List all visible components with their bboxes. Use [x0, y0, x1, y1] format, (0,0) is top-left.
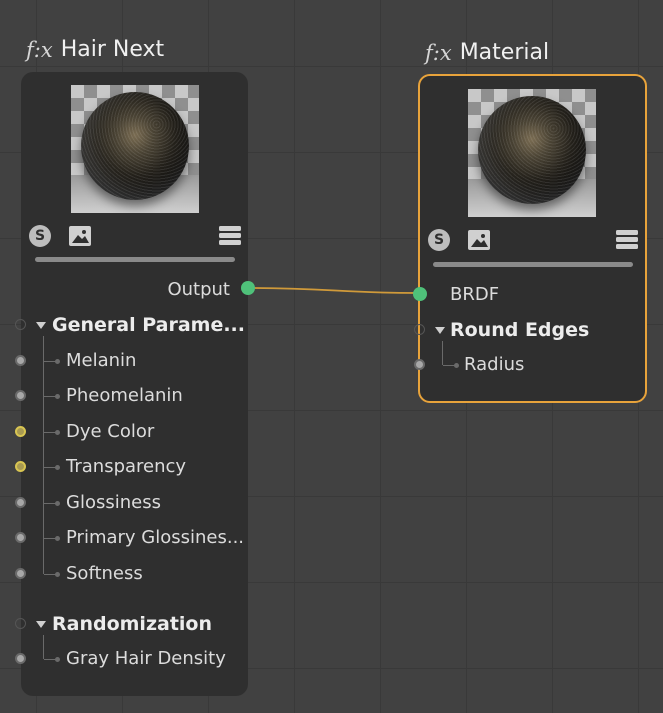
- hair-node-title: Hair Next: [60, 37, 165, 62]
- input-port-transparency[interactable]: [15, 461, 26, 472]
- group-port-round-edges[interactable]: [414, 324, 425, 335]
- collapse-caret-icon[interactable]: [435, 327, 445, 334]
- menu-icon[interactable]: [616, 229, 638, 249]
- param-transparency: Transparency: [66, 456, 187, 477]
- image-icon[interactable]: [69, 226, 91, 246]
- param-radius: Radius: [464, 354, 525, 375]
- input-port-glossiness[interactable]: [15, 497, 26, 508]
- param-primary-glossiness: Primary Glossines...: [66, 527, 245, 548]
- group-round-edges[interactable]: Round Edges: [450, 319, 589, 341]
- hair-node-header[interactable]: f:x Hair Next: [26, 37, 164, 62]
- image-icon[interactable]: [468, 230, 490, 250]
- brdf-port-label: BRDF: [450, 284, 500, 305]
- hair-next-node[interactable]: S Output General Parame... Melanin Pheom…: [15, 72, 255, 696]
- input-port-melanin[interactable]: [15, 355, 26, 366]
- function-icon: f:x: [425, 40, 452, 65]
- s-badge-icon[interactable]: S: [29, 225, 51, 247]
- material-preview: [468, 89, 596, 217]
- param-gray-hair-density: Gray Hair Density: [66, 648, 226, 669]
- menu-icon[interactable]: [219, 225, 241, 245]
- preview-resize-bar[interactable]: [35, 257, 235, 262]
- input-port-softness[interactable]: [15, 568, 26, 579]
- function-icon: f:x: [26, 37, 53, 62]
- brdf-input-port[interactable]: [413, 287, 427, 301]
- group-port-randomization[interactable]: [15, 618, 26, 629]
- material-node-toolbar: S: [428, 228, 638, 252]
- param-dye-color: Dye Color: [66, 421, 155, 442]
- group-randomization[interactable]: Randomization: [52, 613, 212, 635]
- param-glossiness: Glossiness: [66, 492, 161, 513]
- hair-node-toolbar: S: [29, 224, 241, 248]
- input-port-radius[interactable]: [414, 359, 425, 370]
- collapse-caret-icon[interactable]: [36, 322, 46, 329]
- preview-resize-bar[interactable]: [433, 262, 633, 267]
- material-node[interactable]: S BRDF Round Edges Radius: [413, 74, 647, 403]
- param-melanin: Melanin: [66, 350, 137, 371]
- output-port[interactable]: [241, 281, 255, 295]
- collapse-caret-icon[interactable]: [36, 621, 46, 628]
- input-port-dye-color[interactable]: [15, 426, 26, 437]
- input-port-pheomelanin[interactable]: [15, 390, 26, 401]
- material-node-title: Material: [459, 40, 550, 65]
- material-node-header[interactable]: f:x Material: [425, 40, 549, 65]
- group-general-parameters[interactable]: General Parame...: [52, 314, 245, 336]
- output-port-label: Output: [167, 279, 230, 300]
- s-badge-icon[interactable]: S: [428, 229, 450, 251]
- param-pheomelanin: Pheomelanin: [66, 385, 183, 406]
- input-port-primary-glossiness[interactable]: [15, 532, 26, 543]
- hair-material-preview: [71, 85, 199, 213]
- wire-output-to-brdf[interactable]: [248, 287, 419, 294]
- input-port-gray-hair-density[interactable]: [15, 653, 26, 664]
- group-port-general[interactable]: [15, 319, 26, 330]
- param-softness: Softness: [66, 563, 143, 584]
